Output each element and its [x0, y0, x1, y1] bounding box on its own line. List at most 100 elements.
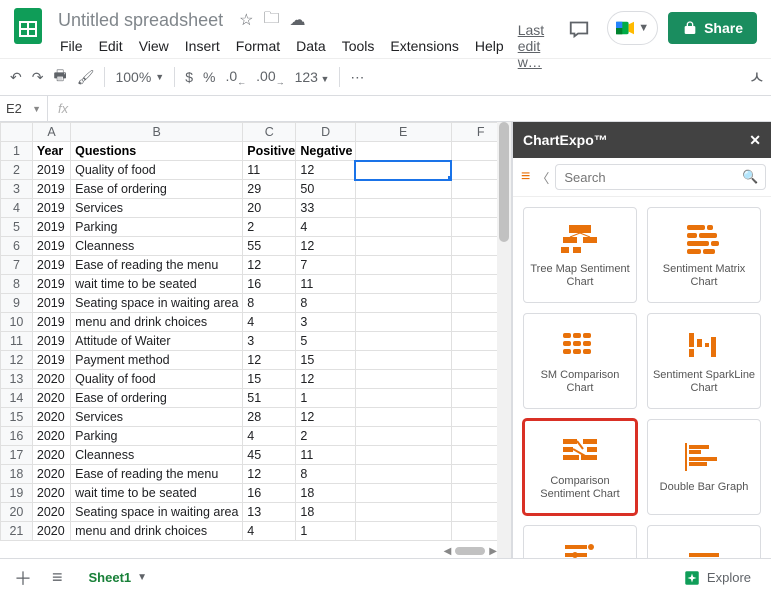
cell[interactable]: 11 [243, 161, 296, 180]
cell[interactable]: 4 [243, 427, 296, 446]
menu-edit[interactable]: Edit [91, 36, 131, 56]
cell[interactable]: wait time to be seated [71, 484, 243, 503]
cell[interactable]: 2019 [32, 256, 70, 275]
menu-view[interactable]: View [131, 36, 177, 56]
cell[interactable] [355, 332, 451, 351]
increase-decimal-button[interactable]: .00→ [256, 68, 284, 87]
cell[interactable]: 11 [296, 446, 356, 465]
row-header[interactable]: 2 [1, 161, 33, 180]
cell[interactable]: 2019 [32, 161, 70, 180]
cell[interactable] [355, 180, 451, 199]
row-header[interactable]: 21 [1, 522, 33, 541]
cell[interactable]: 2020 [32, 370, 70, 389]
meet-button[interactable]: ▼ [607, 11, 658, 45]
chart-card[interactable]: Comparison Sentiment Chart [523, 419, 637, 515]
cell[interactable] [355, 465, 451, 484]
cell[interactable]: Services [71, 408, 243, 427]
cell[interactable]: 8 [296, 465, 356, 484]
cell[interactable]: 3 [243, 332, 296, 351]
row-header[interactable]: 17 [1, 446, 33, 465]
cell[interactable]: menu and drink choices [71, 313, 243, 332]
cell[interactable]: 1 [296, 522, 356, 541]
cell[interactable]: 2019 [32, 199, 70, 218]
row-header[interactable]: 19 [1, 484, 33, 503]
row-header[interactable]: 11 [1, 332, 33, 351]
cell[interactable] [355, 218, 451, 237]
redo-icon[interactable]: ↷ [32, 69, 44, 86]
column-header[interactable]: E [355, 123, 451, 142]
doc-title[interactable]: Untitled spreadsheet [52, 8, 229, 33]
cell[interactable]: 2019 [32, 237, 70, 256]
spreadsheet-grid[interactable]: ABCDEF1YearQuestionsPositiveNegative2201… [0, 122, 512, 558]
cell[interactable] [355, 484, 451, 503]
cell[interactable]: 12 [243, 351, 296, 370]
cell[interactable] [355, 313, 451, 332]
cell[interactable] [355, 389, 451, 408]
cell[interactable]: 15 [296, 351, 356, 370]
cell[interactable]: Cleanness [71, 237, 243, 256]
cell[interactable]: 2020 [32, 484, 70, 503]
cell[interactable]: 2019 [32, 180, 70, 199]
column-header[interactable]: C [243, 123, 296, 142]
row-header[interactable]: 16 [1, 427, 33, 446]
cell[interactable]: 8 [243, 294, 296, 313]
cell[interactable]: 51 [243, 389, 296, 408]
cell[interactable]: Quality of food [71, 370, 243, 389]
cell[interactable]: Positive [243, 142, 296, 161]
explore-button[interactable]: Explore [683, 569, 761, 587]
cell[interactable] [355, 503, 451, 522]
sheet-tab[interactable]: Sheet1 ▼ [79, 566, 158, 589]
cell[interactable]: Cleanness [71, 446, 243, 465]
cell[interactable]: Payment method [71, 351, 243, 370]
add-sheet-button[interactable]: ＋ [10, 561, 36, 595]
menu-icon[interactable]: ≡ [521, 168, 530, 186]
cell[interactable] [355, 446, 451, 465]
close-icon[interactable]: ✕ [749, 132, 761, 149]
cell[interactable]: 2019 [32, 275, 70, 294]
cell[interactable]: Ease of ordering [71, 389, 243, 408]
vertical-scrollbar[interactable] [497, 122, 511, 558]
cell[interactable]: 2019 [32, 218, 70, 237]
undo-icon[interactable]: ↶ [10, 69, 22, 86]
cell[interactable]: Seating space in waiting area [71, 294, 243, 313]
cell[interactable]: 4 [296, 218, 356, 237]
name-box[interactable]: E2 ▼ [0, 96, 48, 122]
cell[interactable]: 12 [296, 237, 356, 256]
cell[interactable]: 11 [296, 275, 356, 294]
cell[interactable]: 16 [243, 484, 296, 503]
row-header[interactable]: 1 [1, 142, 33, 161]
cell[interactable]: 12 [243, 256, 296, 275]
cell[interactable]: Negative [296, 142, 356, 161]
row-header[interactable]: 7 [1, 256, 33, 275]
print-icon[interactable]: 🖶 [53, 65, 66, 89]
horizontal-scrollbar[interactable]: ◀▶ [30, 544, 497, 558]
cell[interactable]: 2020 [32, 522, 70, 541]
row-header[interactable]: 14 [1, 389, 33, 408]
cell[interactable]: 55 [243, 237, 296, 256]
row-header[interactable]: 12 [1, 351, 33, 370]
column-header[interactable]: A [32, 123, 70, 142]
cell[interactable]: 18 [296, 503, 356, 522]
cloud-icon[interactable]: ☁ [289, 10, 305, 30]
cell[interactable]: Attitude of Waiter [71, 332, 243, 351]
cell[interactable] [355, 199, 451, 218]
cell[interactable]: 45 [243, 446, 296, 465]
chart-card[interactable]: Sentiment SparkLine Chart [647, 313, 761, 409]
row-header[interactable]: 15 [1, 408, 33, 427]
cell[interactable]: 12 [243, 465, 296, 484]
cell[interactable]: 29 [243, 180, 296, 199]
cell[interactable] [355, 370, 451, 389]
row-header[interactable]: 10 [1, 313, 33, 332]
cell[interactable] [355, 408, 451, 427]
cell[interactable]: 2019 [32, 351, 70, 370]
decrease-decimal-button[interactable]: .0← [225, 68, 246, 87]
share-button[interactable]: Share [668, 12, 757, 44]
cell[interactable]: 3 [296, 313, 356, 332]
cell[interactable] [355, 142, 451, 161]
cell[interactable]: Parking [71, 427, 243, 446]
cell[interactable]: 50 [296, 180, 356, 199]
column-header[interactable]: B [71, 123, 243, 142]
cell[interactable]: 4 [243, 522, 296, 541]
cell[interactable]: 2020 [32, 389, 70, 408]
row-header[interactable]: 8 [1, 275, 33, 294]
